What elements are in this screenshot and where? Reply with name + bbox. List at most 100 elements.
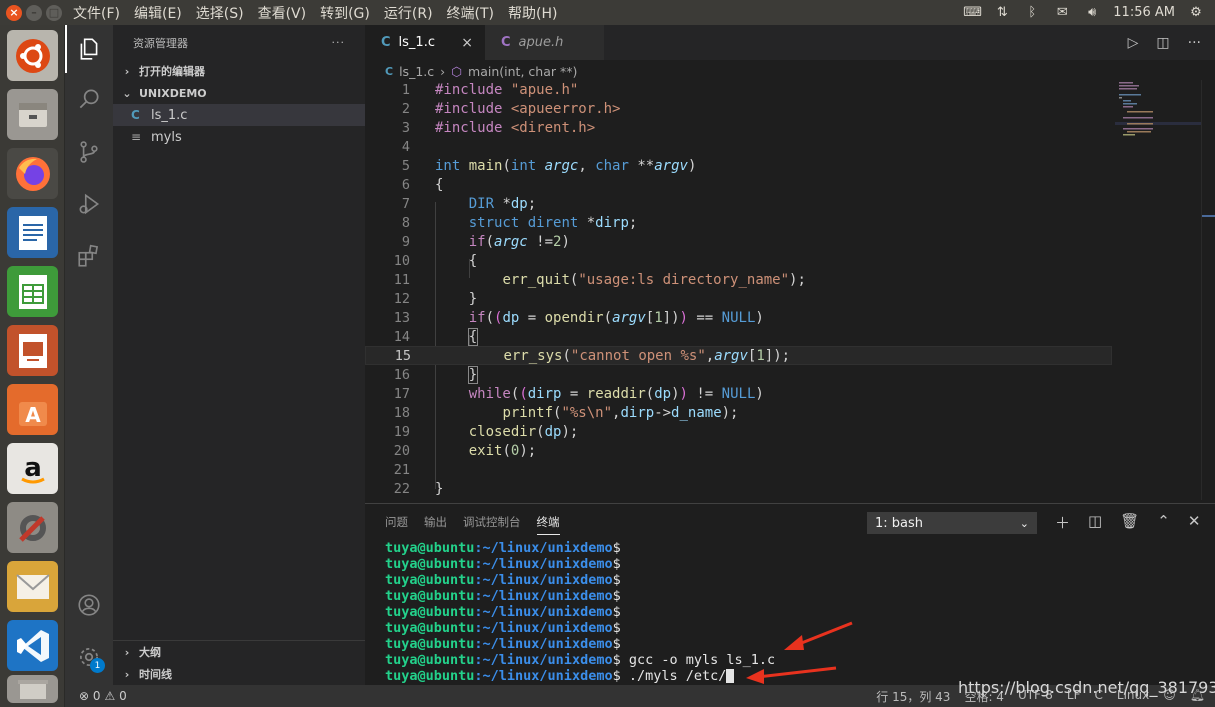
code-line: 6{ bbox=[365, 175, 1115, 194]
chevron-right-icon: › bbox=[124, 645, 130, 659]
tab-output[interactable]: 输出 bbox=[424, 514, 447, 530]
line-number: 1 bbox=[401, 81, 410, 98]
keyboard-icon[interactable]: ⌨ bbox=[963, 5, 982, 20]
tab-ls-1-c[interactable]: C ls_1.c × bbox=[365, 25, 485, 60]
menu-edit[interactable]: 编辑(E) bbox=[127, 3, 189, 23]
ubuntu-dash-icon[interactable] bbox=[7, 30, 58, 81]
search-icon[interactable] bbox=[65, 75, 113, 123]
code-line: 3 #include <dirent.h> bbox=[365, 118, 1115, 137]
minimap[interactable] bbox=[1115, 80, 1201, 140]
new-terminal-icon[interactable]: ＋ bbox=[1055, 512, 1070, 533]
editor-scrollbar[interactable] bbox=[1201, 80, 1215, 500]
cursor-position[interactable]: 行 15，列 43 bbox=[876, 688, 950, 705]
folder-section[interactable]: ⌄ UNIXDEMO bbox=[113, 82, 365, 104]
line-number: 15 bbox=[394, 347, 411, 364]
run-debug-icon[interactable] bbox=[65, 180, 113, 228]
minimize-window-button[interactable]: – bbox=[26, 4, 42, 21]
software-center-icon[interactable]: A bbox=[7, 384, 58, 435]
calc-icon[interactable] bbox=[7, 266, 58, 317]
more-actions-icon[interactable]: ··· bbox=[332, 36, 346, 49]
breadcrumb-symbol[interactable]: main(int, char **) bbox=[468, 64, 577, 79]
vscode-icon[interactable] bbox=[7, 620, 58, 671]
split-editor-icon[interactable]: ◫ bbox=[1156, 35, 1169, 51]
terminal-line: tuya@ubuntu:~/linux/unixdemo$ gcc -o myl… bbox=[385, 652, 776, 668]
close-window-button[interactable]: × bbox=[6, 4, 22, 21]
file-item-myls[interactable]: ≡ myls bbox=[113, 126, 365, 148]
code-editor[interactable]: 1 #include "apue.h" 2 #include <apueerror.… bbox=[365, 80, 1213, 500]
tab-problems[interactable]: 问题 bbox=[385, 514, 408, 530]
code-line: 2 #include <apueerror.h> bbox=[365, 99, 1115, 118]
line-number: 9 bbox=[401, 233, 410, 250]
menu-go[interactable]: 转到(G) bbox=[313, 3, 377, 23]
terminal-line: tuya@ubuntu:~/linux/unixdemo$ bbox=[385, 556, 621, 572]
menu-run[interactable]: 运行(R) bbox=[377, 3, 440, 23]
menu-view[interactable]: 查看(V) bbox=[251, 3, 314, 23]
menu-help[interactable]: 帮助(H) bbox=[501, 3, 564, 23]
amazon-icon[interactable]: a bbox=[7, 443, 58, 494]
extensions-icon[interactable] bbox=[65, 232, 113, 280]
sidebar-title-bar: 资源管理器 ··· bbox=[113, 25, 365, 60]
manage-gear-icon[interactable]: 1 bbox=[65, 633, 113, 681]
menu-file[interactable]: 文件(F) bbox=[66, 3, 127, 23]
trash-icon[interactable] bbox=[7, 675, 58, 703]
menu-selection[interactable]: 选择(S) bbox=[189, 3, 251, 23]
system-tray: ⌨ ⇅ ᛒ ✉ 🔊︎ 11:56 AM ⚙ bbox=[963, 5, 1215, 20]
kill-terminal-icon[interactable]: 🗑︎ bbox=[1120, 512, 1139, 533]
c-file-icon: C bbox=[385, 64, 394, 78]
line-number: 6 bbox=[401, 176, 410, 193]
timeline-label: 时间线 bbox=[139, 668, 172, 681]
sidebar-title: 资源管理器 bbox=[133, 36, 188, 50]
menu-terminal[interactable]: 终端(T) bbox=[440, 3, 501, 23]
bluetooth-icon[interactable]: ᛒ bbox=[1023, 5, 1041, 20]
run-code-icon[interactable]: ▷ bbox=[1128, 35, 1139, 51]
maximize-window-button[interactable]: □ bbox=[46, 4, 62, 21]
tab-terminal[interactable]: 终端 bbox=[536, 514, 560, 535]
explorer-icon[interactable] bbox=[65, 25, 113, 73]
mail-icon[interactable]: ✉ bbox=[1053, 5, 1071, 20]
terminal-line: tuya@ubuntu:~/linux/unixdemo$ bbox=[385, 604, 621, 620]
system-top-bar: × – □ 文件(F) 编辑(E) 选择(S) 查看(V) 转到(G) 运行(R… bbox=[0, 0, 1215, 25]
power-gear-icon[interactable]: ⚙ bbox=[1187, 5, 1205, 20]
terminal-output[interactable]: tuya@ubuntu:~/linux/unixdemo$ tuya@ubunt… bbox=[385, 540, 775, 684]
more-actions-icon[interactable]: ··· bbox=[1188, 35, 1201, 51]
line-number: 8 bbox=[401, 214, 410, 231]
volume-icon[interactable]: 🔊︎ bbox=[1083, 5, 1101, 20]
impress-icon[interactable] bbox=[7, 325, 58, 376]
system-settings-icon[interactable] bbox=[7, 502, 58, 553]
outline-label: 大纲 bbox=[139, 646, 161, 659]
tab-apue-h[interactable]: C apue.h bbox=[485, 25, 605, 60]
warning-count: ⚠ 0 bbox=[104, 689, 127, 703]
code-line: 17 while((dirp = readdir(dp)) != NULL) bbox=[365, 384, 1115, 403]
code-line: 4 bbox=[365, 137, 1115, 156]
code-line: 1 #include "apue.h" bbox=[365, 80, 1115, 99]
split-terminal-icon[interactable]: ◫ bbox=[1088, 512, 1102, 533]
mail-client-icon[interactable] bbox=[7, 561, 58, 612]
breadcrumb: C ls_1.c › ⬡ main(int, char **) bbox=[365, 60, 1215, 82]
code-line: 14 { bbox=[365, 327, 1115, 346]
tab-debug-console[interactable]: 调试控制台 bbox=[463, 514, 521, 530]
breadcrumb-file[interactable]: ls_1.c bbox=[399, 64, 434, 79]
close-tab-icon[interactable]: × bbox=[461, 35, 473, 51]
writer-icon[interactable] bbox=[7, 207, 58, 258]
panel-actions: ＋ ◫ 🗑︎ ⌃ ✕ bbox=[1055, 512, 1200, 533]
editor-actions: ▷ ◫ ··· bbox=[1128, 25, 1215, 60]
maximize-panel-icon[interactable]: ⌃ bbox=[1157, 512, 1170, 533]
open-editors-section[interactable]: › 打开的编辑器 bbox=[113, 60, 365, 82]
close-panel-icon[interactable]: ✕ bbox=[1188, 512, 1201, 533]
svg-text:a: a bbox=[24, 453, 42, 483]
terminal-select[interactable]: 1: bash ⌄ bbox=[867, 512, 1037, 534]
file-manager-icon[interactable] bbox=[7, 89, 58, 140]
timeline-section[interactable]: › 时间线 bbox=[113, 663, 365, 685]
source-control-icon[interactable] bbox=[65, 128, 113, 176]
accounts-icon[interactable] bbox=[65, 581, 113, 629]
network-icon[interactable]: ⇅ bbox=[993, 5, 1011, 20]
sidebar-bottom-sections: › 大纲 › 时间线 bbox=[113, 640, 365, 685]
status-problems[interactable]: ⊗ 0 ⚠ 0 bbox=[65, 689, 127, 703]
file-item-ls-1-c[interactable]: C ls_1.c bbox=[113, 104, 365, 126]
outline-section[interactable]: › 大纲 bbox=[113, 641, 365, 663]
firefox-icon[interactable] bbox=[7, 148, 58, 199]
clock[interactable]: 11:56 AM bbox=[1113, 5, 1175, 20]
line-number: 18 bbox=[393, 404, 410, 421]
terminal-line: tuya@ubuntu:~/linux/unixdemo$ bbox=[385, 572, 621, 588]
breadcrumb-separator: › bbox=[440, 63, 446, 79]
